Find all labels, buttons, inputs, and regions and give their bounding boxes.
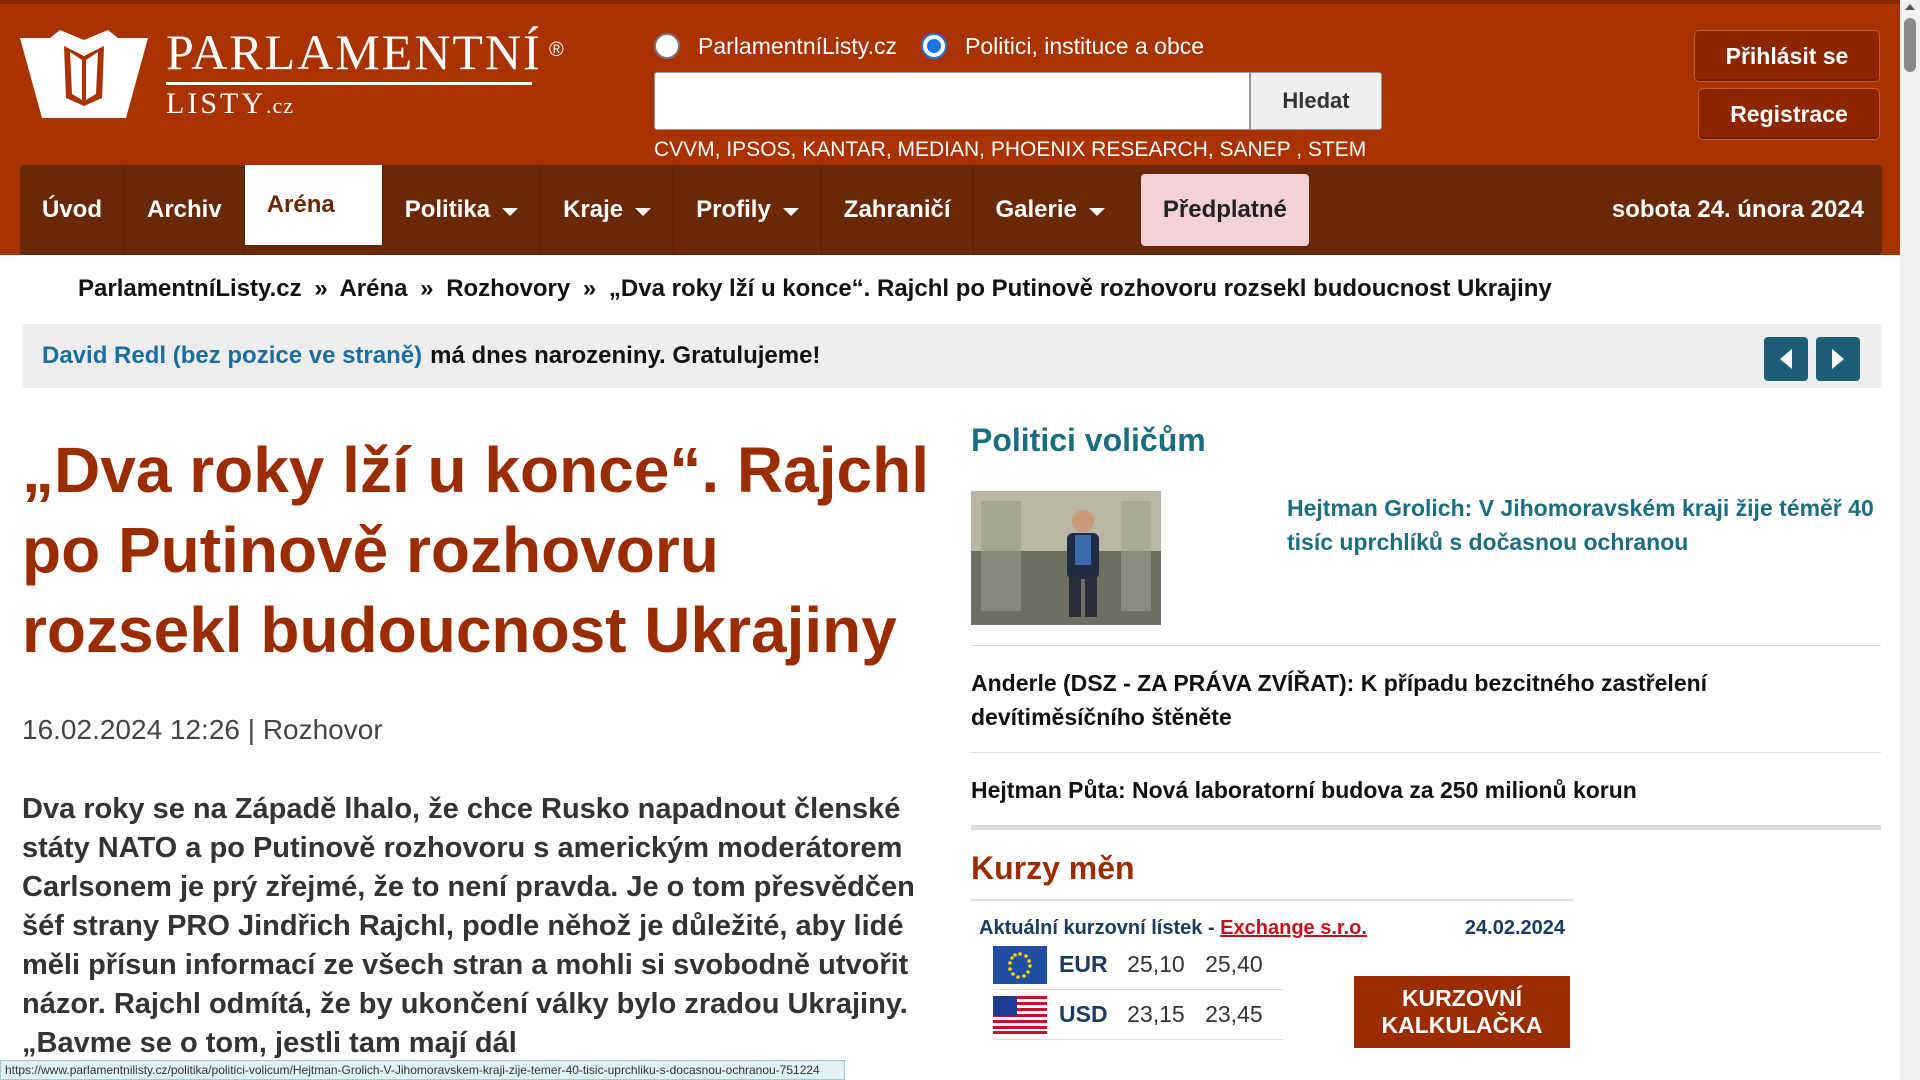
sidebar: Politici voličům Hejtman Grolich: V Jiho… [971, 422, 1881, 1080]
nav-label: Galerie [995, 196, 1077, 223]
birthday-person-link[interactable]: David Redl (bez pozice ve straně) [42, 342, 422, 370]
search-button[interactable]: Hledat [1250, 72, 1382, 130]
rate-buy: 25,10 [1127, 951, 1185, 977]
side-article-link[interactable]: Hejtman Půta: Nová laboratorní budova za… [971, 753, 1881, 830]
rate-row-usd: USD 23,15 23,45 [993, 990, 1283, 1040]
nav-uvod[interactable]: Úvod [20, 165, 125, 255]
logo-divider [166, 82, 532, 85]
register-button[interactable]: Registrace [1698, 88, 1880, 140]
arrow-right-icon [1832, 349, 1844, 369]
breadcrumb-separator: » [314, 275, 328, 302]
rate-sell: 25,40 [1205, 951, 1263, 977]
auth-buttons: Přihlásit se Registrace [1694, 30, 1880, 140]
nav-galerie[interactable]: Galerie [974, 165, 1127, 255]
logo-sub-text: LISTY [166, 87, 266, 120]
rates-label: Aktuální kurzovní lístek - [979, 917, 1215, 939]
login-button[interactable]: Přihlásit se [1694, 30, 1880, 82]
search-input[interactable] [654, 72, 1250, 130]
nav-label: Kraje [563, 196, 624, 223]
breadcrumb-separator: » [582, 275, 597, 302]
rate-row-eur: EUR 25,10 25,40 [993, 940, 1283, 990]
birthday-banner: David Redl (bez pozice ve straně) má dne… [22, 324, 1882, 388]
chevron-down-icon [782, 208, 799, 216]
breadcrumb-arena[interactable]: Aréna [339, 275, 407, 302]
radio-button-selected[interactable] [920, 33, 947, 59]
chevron-down-icon [1088, 208, 1105, 216]
site-logo[interactable]: PARLAMENTNÍ ® LISTY.cz [20, 24, 564, 123]
rate-sell: 23,45 [1205, 1001, 1263, 1027]
subscription-button[interactable]: Předplatné [1140, 174, 1309, 246]
radio-label: Politici, instituce a obce [964, 32, 1205, 59]
nav-label: Politika [404, 196, 491, 223]
prev-button[interactable] [1764, 337, 1808, 381]
nav-arena[interactable]: Aréna [244, 165, 383, 245]
scroll-up-icon[interactable] [1905, 4, 1915, 10]
radio-label: ParlamentníListy.cz [698, 32, 897, 59]
rates-date: 24.02.2024 [1464, 917, 1565, 939]
birthday-text: má dnes narozeniny. Gratulujeme! [430, 342, 821, 369]
breadcrumb-separator: » [420, 275, 434, 302]
exchange-provider-link[interactable]: Exchange s.r.o. [1220, 917, 1367, 939]
logo-tld: .cz [266, 93, 295, 118]
radio-parlamentnilisty[interactable]: ParlamentníListy.cz [654, 33, 897, 60]
radio-button[interactable] [654, 33, 680, 59]
nav-label: Profily [696, 196, 771, 223]
logo-main-text: PARLAMENTNÍ [166, 24, 542, 80]
chevron-down-icon [635, 208, 652, 216]
exchange-rates-heading: Kurzy měn [971, 850, 1135, 886]
nav-label: Úvod [42, 196, 102, 223]
search-area: ParlamentníListy.cz Politici, instituce … [654, 28, 1414, 162]
breadcrumb-home[interactable]: ParlamentníListy.cz [78, 275, 302, 302]
status-bar-url: https://www.parlamentnilisty.cz/politika… [0, 1060, 845, 1080]
breadcrumb-current: „Dva roky lží u konce“. Rajchl po Putino… [608, 275, 1552, 302]
exchange-rates-box: Aktuální kurzovní lístek - Exchange s.r.… [971, 899, 1573, 1080]
article-title: „Dva roky lží u konce“. Rajchl po Putino… [22, 434, 929, 666]
currency-calculator-button[interactable]: KURZOVNÍ KALKULAČKA [1354, 976, 1570, 1048]
article: „Dva roky lží u konce“. Rajchl po Putino… [22, 430, 942, 1063]
currency-code: USD [1059, 1001, 1108, 1027]
us-flag-icon [993, 995, 1047, 1034]
current-date: sobota 24. února 2024 [1611, 196, 1864, 223]
banner-arrows [1764, 337, 1860, 381]
nav-zahranici[interactable]: Zahraničí [822, 165, 974, 255]
feature-title-link[interactable]: Hejtman Grolich: V Jihomoravském kraji ž… [1287, 491, 1877, 625]
poll-agencies[interactable]: CVVM, IPSOS, KANTAR, MEDIAN, PHOENIX RES… [654, 138, 1414, 162]
book-logo-icon [20, 30, 148, 118]
article-meta: 16.02.2024 12:26 | Rozhovor [22, 714, 383, 745]
currency-code: EUR [1059, 951, 1108, 977]
nav-profily[interactable]: Profily [674, 165, 822, 255]
article-lead: Dva roky se na Západě lhalo, že chce Rus… [22, 793, 915, 1059]
nav-kraje[interactable]: Kraje [541, 165, 675, 255]
side-article-link[interactable]: Anderle (DSZ - ZA PRÁVA ZVÍŘAT): K přípa… [971, 646, 1881, 753]
main-nav: Úvod Archiv Aréna Politika Kraje Profily… [20, 165, 1882, 255]
eu-flag-icon [993, 945, 1047, 984]
breadcrumb: ParlamentníListy.cz » Aréna » Rozhovory … [78, 275, 1552, 303]
registered-mark: ® [549, 39, 566, 61]
scroll-thumb[interactable] [1904, 18, 1916, 72]
nav-label: Aréna [266, 191, 335, 218]
radio-politici[interactable]: Politici, instituce a obce [920, 32, 1205, 60]
feature-photo[interactable] [971, 491, 1161, 625]
politici-volicum-heading[interactable]: Politici voličům [971, 422, 1881, 459]
scrollbar[interactable] [1900, 0, 1920, 1080]
nav-label: Archiv [147, 196, 222, 223]
chevron-down-icon [502, 208, 519, 216]
nav-politika[interactable]: Politika [383, 165, 542, 255]
rate-buy: 23,15 [1127, 1001, 1185, 1027]
nav-archiv[interactable]: Archiv [125, 165, 245, 255]
arrow-left-icon [1780, 349, 1792, 369]
breadcrumb-rozhovory[interactable]: Rozhovory [446, 275, 570, 302]
featured-item[interactable]: Hejtman Grolich: V Jihomoravském kraji ž… [971, 491, 1881, 646]
nav-label: Zahraničí [843, 196, 951, 223]
next-button[interactable] [1816, 337, 1860, 381]
